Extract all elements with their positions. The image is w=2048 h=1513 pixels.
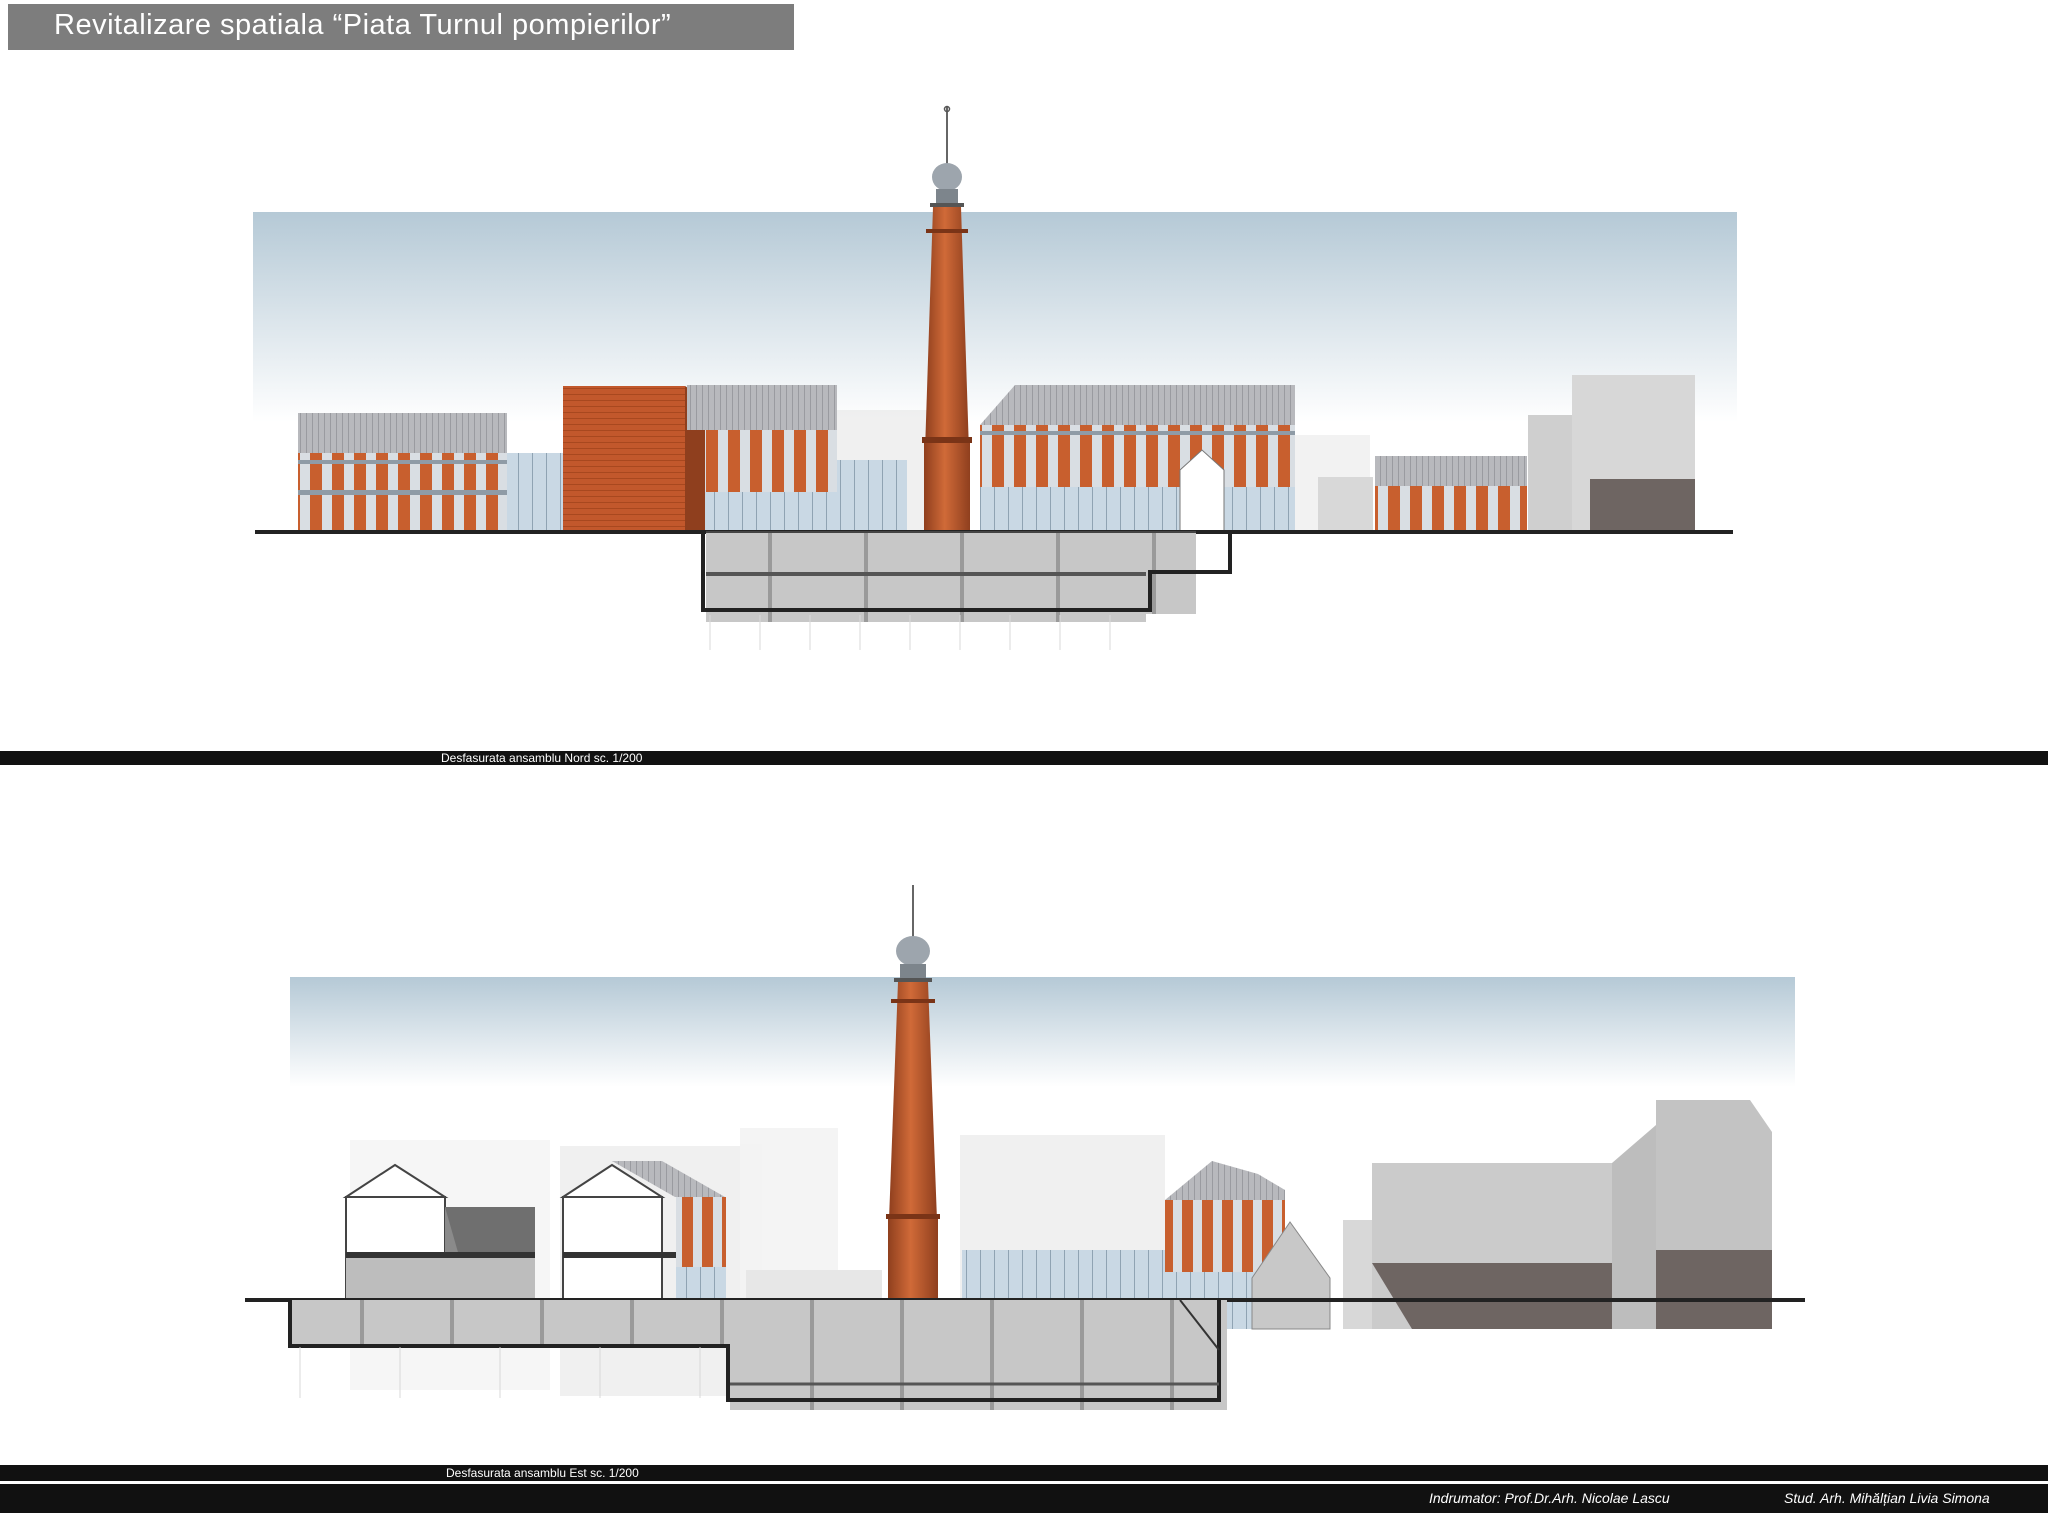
title-bar: Revitalizare spatiala “Piata Turnul pomp… (8, 4, 794, 50)
east-caption-bar: Desfasurata ansamblu Est sc. 1/200 (0, 1465, 2048, 1481)
brick-block (563, 386, 705, 532)
north-elevation-drawing (253, 105, 1737, 650)
underground-parking (701, 531, 1232, 622)
footer-bar: Indrumator: Prof.Dr.Arh. Nicolae Lascu S… (0, 1484, 2048, 1513)
student-credit: Stud. Arh. Mihălțian Livia Simona (1784, 1490, 1990, 1506)
fire-tower (922, 105, 972, 532)
east-elevation-drawing (245, 885, 1805, 1410)
right-block (980, 385, 1295, 533)
sky-gradient (290, 977, 1795, 1087)
sheet-title: Revitalizare spatiala “Piata Turnul pomp… (54, 9, 672, 41)
tutor-credit: Indrumator: Prof.Dr.Arh. Nicolae Lascu (1429, 1490, 1670, 1506)
north-elevation-caption: Desfasurata ansamblu Nord sc. 1/200 (441, 751, 643, 765)
right-gray-volumes (1372, 1100, 1772, 1329)
left-block (298, 413, 565, 532)
north-caption-bar: Desfasurata ansamblu Nord sc. 1/200 (0, 751, 2048, 765)
fire-tower (886, 885, 940, 1329)
east-elevation-caption: Desfasurata ansamblu Est sc. 1/200 (446, 1466, 639, 1480)
sky-gradient (253, 212, 1737, 422)
